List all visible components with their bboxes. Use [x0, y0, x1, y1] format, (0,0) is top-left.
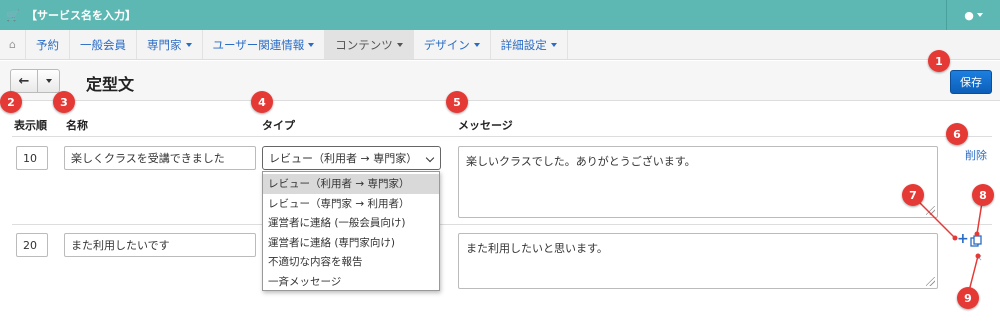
type-dropdown-list: レビュー（利用者 → 専門家） レビュー（専門家 → 利用者） 運営者に連絡 (… — [262, 171, 440, 291]
annotation-badge: 8 — [972, 184, 994, 206]
caret-down-icon — [185, 42, 192, 47]
resize-handle-icon[interactable] — [926, 206, 935, 215]
add-row-icon[interactable]: + — [957, 232, 969, 246]
delete-link[interactable]: 削除 — [965, 147, 987, 163]
header-order: 表示順 — [14, 119, 47, 132]
annotation-badge: 5 — [446, 91, 468, 113]
annotation-badge: 7 — [902, 184, 924, 206]
name-input[interactable]: また利用したいです — [64, 233, 256, 257]
caret-down-icon — [45, 79, 52, 83]
caret-down-icon — [308, 42, 315, 47]
annotation-badge: 2 — [0, 91, 22, 113]
type-select-value: レビュー（利用者 → 専門家） — [269, 152, 418, 165]
header-divider — [12, 136, 992, 137]
main-nav: ⌂ 予約 一般会員 専門家 ユーザー関連情報 コンテンツ デザイン 詳細設定 — [0, 30, 1000, 60]
message-text: 楽しいクラスでした。ありがとうございます。 — [466, 155, 696, 168]
copy-icon[interactable] — [970, 235, 982, 247]
caret-down-icon — [550, 42, 557, 47]
annotation-badge: 9 — [957, 287, 979, 309]
type-option[interactable]: レビュー（専門家 → 利用者） — [263, 194, 439, 214]
caret-down-icon — [396, 42, 403, 47]
nav-item-reservation[interactable]: 予約 — [26, 30, 70, 59]
back-dropdown-button[interactable] — [38, 69, 60, 93]
order-input[interactable]: 20 — [16, 233, 48, 257]
chevron-down-icon — [976, 13, 983, 17]
nav-item-user-info[interactable]: ユーザー関連情報 — [203, 30, 326, 59]
header-type: タイプ — [262, 119, 295, 132]
annotation-badge: 6 — [946, 123, 968, 145]
user-icon: ● — [964, 8, 974, 22]
cart-icon: 🛒 — [6, 8, 20, 22]
header-message: メッセージ — [458, 119, 513, 132]
name-input[interactable]: 楽しくクラスを受講できました — [64, 146, 256, 170]
order-input[interactable]: 10 — [16, 146, 48, 170]
type-option[interactable]: 運営者に連絡 (専門家向け) — [263, 233, 439, 253]
service-name: 【サービス名を入力】 — [26, 9, 136, 22]
type-option[interactable]: レビュー（利用者 → 専門家） — [263, 174, 439, 194]
row-divider — [12, 224, 992, 225]
annotation-badge: 4 — [251, 91, 273, 113]
nav-item-design[interactable]: デザイン — [414, 30, 491, 59]
nav-item-members[interactable]: 一般会員 — [70, 30, 137, 59]
save-button[interactable]: 保存 — [950, 70, 992, 94]
nav-item-advanced-settings[interactable]: 詳細設定 — [491, 30, 568, 59]
chevron-down-icon — [425, 153, 435, 163]
top-bar: 🛒 【サービス名を入力】 ● — [0, 0, 1000, 30]
toolbar: ← 定型文 保存 — [0, 61, 1000, 101]
back-button[interactable]: ← — [10, 69, 38, 93]
home-icon[interactable]: ⌂ — [0, 30, 26, 59]
annotation-badge: 3 — [53, 91, 75, 113]
type-option[interactable]: 一斉メッセージ — [263, 272, 439, 292]
message-textarea[interactable]: 楽しいクラスでした。ありがとうございます。 — [458, 146, 938, 218]
message-text: また利用したいと思います。 — [466, 242, 608, 255]
type-option[interactable]: 運営者に連絡 (一般会員向け) — [263, 213, 439, 233]
user-menu-button[interactable]: ● — [946, 0, 1000, 30]
page-title: 定型文 — [86, 75, 135, 94]
nav-item-contents[interactable]: コンテンツ — [325, 30, 414, 59]
type-select[interactable]: レビュー（利用者 → 専門家） — [262, 146, 441, 170]
annotation-badge: 1 — [928, 50, 950, 72]
resize-handle-icon[interactable] — [926, 277, 935, 286]
nav-item-experts[interactable]: 専門家 — [137, 30, 203, 59]
header-name: 名称 — [66, 119, 88, 132]
type-option[interactable]: 不適切な内容を報告 — [263, 252, 439, 272]
remove-row-icon[interactable]: ✕ — [975, 254, 983, 264]
caret-down-icon — [473, 42, 480, 47]
message-textarea[interactable]: また利用したいと思います。 — [458, 233, 938, 289]
arrow-left-icon: ← — [18, 73, 30, 89]
